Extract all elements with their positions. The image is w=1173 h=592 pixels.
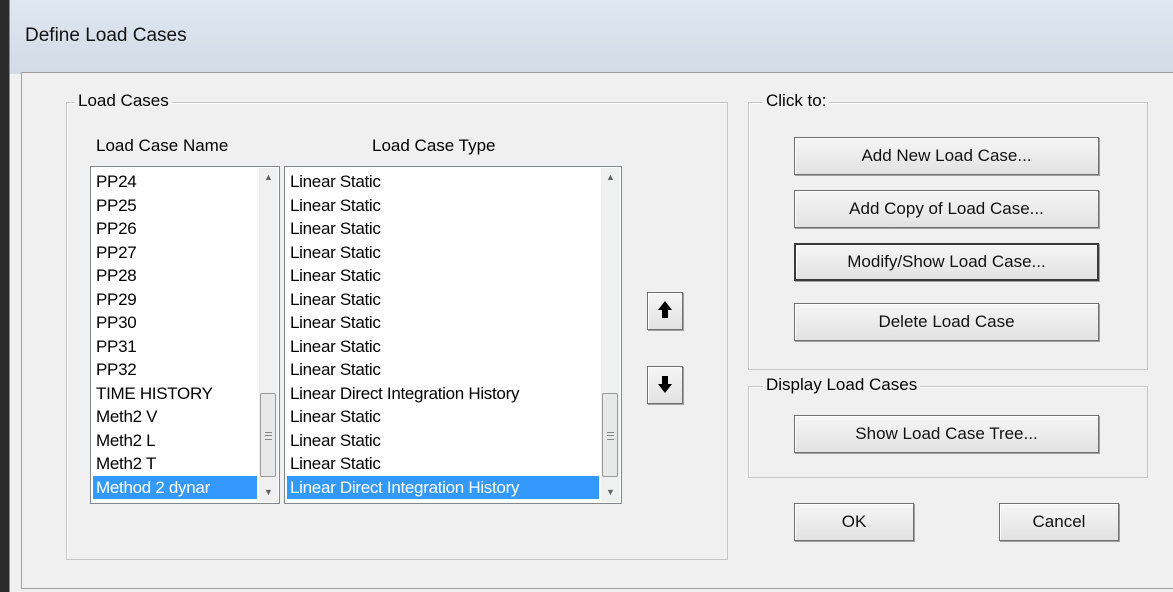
scroll-thumb[interactable] (602, 393, 618, 477)
load-case-type-item[interactable]: Linear Static (287, 452, 599, 476)
load-case-type-item[interactable]: Linear Static (287, 405, 599, 429)
load-case-name-item[interactable]: PP31 (93, 335, 257, 359)
load-case-name-item[interactable]: Method 2 dynar (93, 475, 257, 499)
load-case-name-item[interactable]: PP28 (93, 264, 257, 288)
type-list-items: Linear Static Linear Static Linear Static L… (287, 170, 599, 499)
load-cases-group-label: Load Cases (75, 91, 172, 111)
load-case-type-item[interactable]: Linear Static (287, 264, 599, 288)
delete-load-case-button[interactable]: Delete Load Case (794, 303, 1099, 341)
name-list-items: PP24 PP25 PP26 PP27 PP28 PP29 PP30 PP31 PP32 TIME… (93, 170, 257, 499)
load-case-type-item[interactable]: Linear Static (287, 311, 599, 335)
dialog-body: Load Cases Load Case Name Load Case Type… (21, 72, 1173, 589)
show-load-case-tree-button[interactable]: Show Load Case Tree... (794, 415, 1099, 453)
load-case-name-item[interactable]: Meth2 T (93, 452, 257, 476)
load-case-name-item[interactable]: PP24 (93, 170, 257, 194)
move-down-button[interactable] (647, 366, 683, 404)
load-case-name-item[interactable]: Meth2 L (93, 429, 257, 453)
load-case-type-item[interactable]: Linear Static (287, 335, 599, 359)
load-case-type-item[interactable]: Linear Direct Integration History (287, 382, 599, 406)
move-up-button[interactable] (647, 292, 683, 330)
title-bar[interactable]: Define Load Cases (10, 0, 1173, 74)
name-list-scrollbar[interactable]: ▲ ▼ (259, 168, 278, 502)
scroll-down-icon[interactable]: ▼ (259, 483, 278, 502)
load-case-type-item[interactable]: Linear Static (287, 429, 599, 453)
modify-show-load-case-button[interactable]: Modify/Show Load Case... (794, 243, 1099, 281)
load-case-name-item[interactable]: PP29 (93, 288, 257, 312)
ok-button[interactable]: OK (794, 503, 914, 541)
load-case-type-item[interactable]: Linear Static (287, 194, 599, 218)
column-header-name: Load Case Name (96, 136, 229, 155)
load-case-type-item[interactable]: Linear Static (287, 170, 599, 194)
load-case-name-item[interactable]: PP32 (93, 358, 257, 382)
add-copy-load-case-button[interactable]: Add Copy of Load Case... (794, 190, 1099, 228)
add-new-load-case-button[interactable]: Add New Load Case... (794, 137, 1099, 175)
load-case-name-item[interactable]: PP25 (93, 194, 257, 218)
grip-icon (607, 432, 614, 440)
scroll-up-icon[interactable]: ▲ (601, 168, 620, 187)
load-case-type-item[interactable]: Linear Direct Integration History (287, 475, 599, 499)
load-case-name-item[interactable]: PP30 (93, 311, 257, 335)
load-case-type-item[interactable]: Linear Static (287, 217, 599, 241)
load-case-name-item[interactable]: PP27 (93, 241, 257, 265)
scroll-thumb[interactable] (260, 393, 276, 477)
scroll-up-icon[interactable]: ▲ (259, 168, 278, 187)
load-case-name-item[interactable]: PP26 (93, 217, 257, 241)
load-case-type-list[interactable]: Linear Static Linear Static Linear Static L… (284, 166, 622, 504)
load-case-name-item[interactable]: TIME HISTORY (93, 382, 257, 406)
grip-icon (265, 432, 272, 440)
window-title: Define Load Cases (25, 25, 187, 46)
load-case-name-list[interactable]: PP24 PP25 PP26 PP27 PP28 PP29 PP30 PP31 PP32 TIME… (90, 166, 280, 504)
background-window-edge (0, 0, 9, 592)
scroll-down-icon[interactable]: ▼ (601, 483, 620, 502)
load-case-type-item[interactable]: Linear Static (287, 358, 599, 382)
cancel-button[interactable]: Cancel (999, 503, 1119, 541)
load-case-name-item[interactable]: Meth2 V (93, 405, 257, 429)
display-load-cases-group-label: Display Load Cases (763, 375, 921, 395)
arrow-up-icon (658, 301, 672, 318)
column-header-type: Load Case Type (372, 136, 496, 155)
load-case-type-item[interactable]: Linear Static (287, 288, 599, 312)
click-to-group-label: Click to: (763, 91, 830, 111)
arrow-down-icon (658, 376, 672, 393)
type-list-scrollbar[interactable]: ▲ ▼ (601, 168, 620, 502)
dialog-window: Define Load Cases Load Cases Load Case N… (9, 0, 1173, 592)
load-case-type-item[interactable]: Linear Static (287, 241, 599, 265)
